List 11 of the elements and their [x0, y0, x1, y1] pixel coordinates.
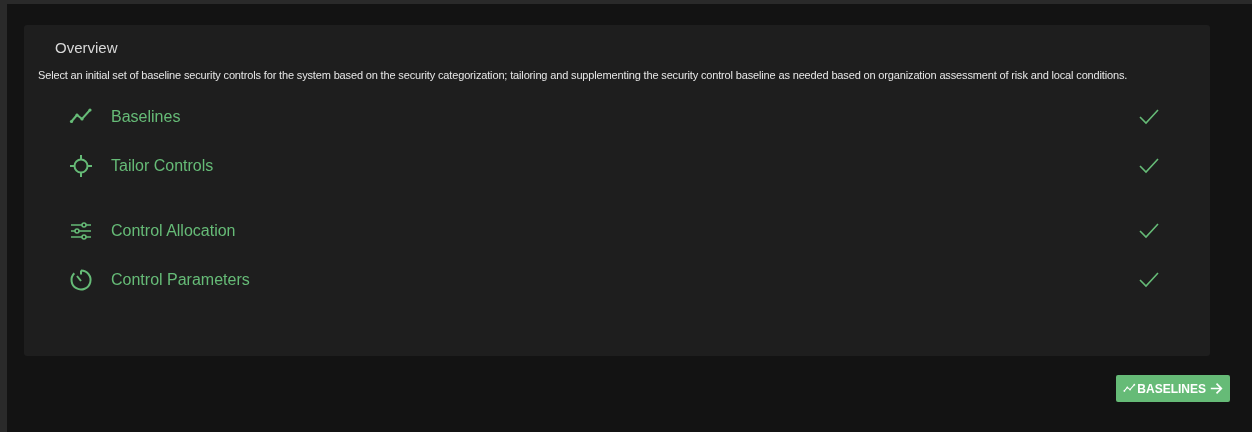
step-label[interactable]: Baselines	[111, 108, 181, 126]
timer-icon	[69, 268, 93, 292]
arrow-right-icon	[1210, 382, 1223, 395]
step-label[interactable]: Control Parameters	[111, 271, 250, 289]
sliders-icon	[69, 219, 93, 243]
trend-line-icon	[1123, 382, 1137, 395]
description: Select an initial set of baseline security controls for the system based on the security categorization; tailoring and supplementing the security control baseline as needed based on organization assessment of risk and local conditions.	[38, 68, 1128, 83]
step-label[interactable]: Tailor Controls	[111, 157, 214, 175]
step-label[interactable]: Control Allocation	[111, 222, 236, 240]
crosshair-icon	[69, 154, 93, 178]
card-title: Overview	[55, 39, 119, 58]
